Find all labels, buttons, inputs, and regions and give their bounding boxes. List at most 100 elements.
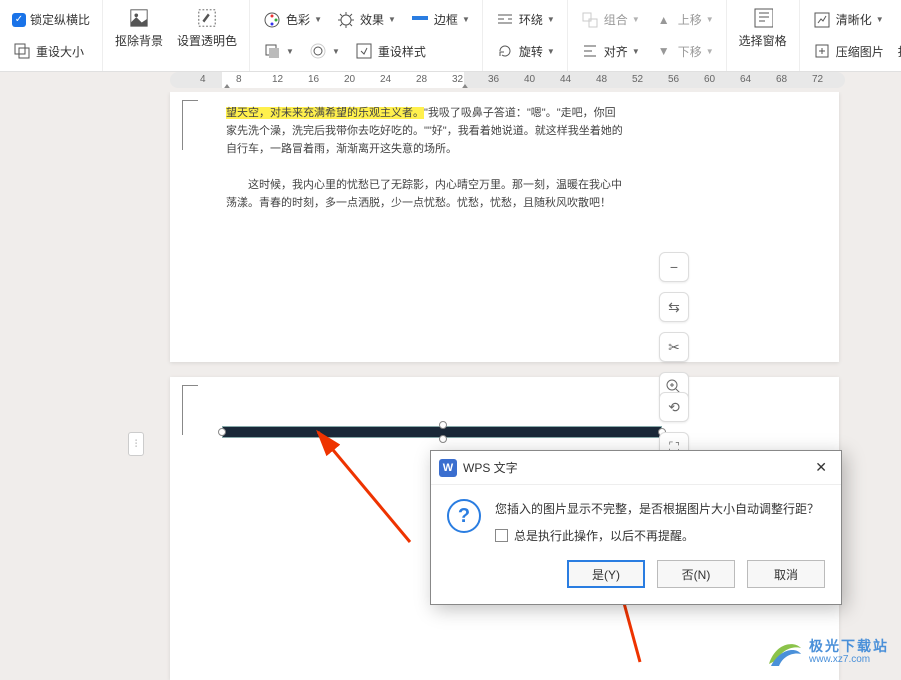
toggle-icon: ⇆ bbox=[668, 299, 680, 316]
dropdown-caret-icon: ▼ bbox=[547, 15, 555, 24]
page-text-content: 望天空，对未来充满希望的乐观主义者。"我吸了吸鼻子答道："嗯"。"走吧，你回家先… bbox=[226, 104, 626, 212]
toggle-button[interactable]: ⇆ bbox=[659, 292, 689, 322]
ruler-tick: 40 bbox=[524, 74, 535, 85]
move-up-label: 上移 bbox=[678, 11, 702, 28]
question-icon: ? bbox=[447, 499, 481, 533]
align-icon bbox=[580, 41, 600, 61]
wrap-label: 环绕 bbox=[519, 11, 543, 28]
group-button[interactable]: 组合 ▼ bbox=[576, 6, 644, 34]
crop-icon: ✂ bbox=[668, 339, 680, 356]
remove-bg-label: 抠除背景 bbox=[115, 32, 163, 49]
lock-aspect-label: 锁定纵横比 bbox=[30, 11, 90, 28]
watermark-url: www.xz7.com bbox=[809, 653, 889, 667]
crop-button[interactable]: ✂ bbox=[659, 332, 689, 362]
rotate-icon bbox=[495, 41, 515, 61]
highlighted-text: 望天空，对未来充满希望的乐观主义者。 bbox=[226, 107, 424, 119]
watermark: 极光下载站 www.xz7.com bbox=[765, 634, 889, 672]
dialog-body: ? 您插入的图片显示不完整，是否根据图片大小自动调整行距？ 总是执行此操作，以后… bbox=[431, 485, 841, 554]
clarity-label: 清晰化 bbox=[836, 11, 872, 28]
move-down-icon: ▼ bbox=[654, 41, 674, 61]
glow-button[interactable]: ▼ bbox=[304, 37, 344, 65]
ruler-tick: 48 bbox=[596, 74, 607, 85]
reset-style-button[interactable]: 重设样式 bbox=[350, 37, 430, 65]
dialog-titlebar[interactable]: W WPS 文字 ✕ bbox=[431, 451, 841, 485]
dialog-title: WPS 文字 bbox=[463, 459, 518, 476]
wrap-button[interactable]: 环绕 ▼ bbox=[491, 6, 559, 34]
dropdown-caret-icon: ▼ bbox=[314, 15, 322, 24]
set-transparent-label: 设置透明色 bbox=[177, 32, 237, 49]
set-transparent-icon bbox=[197, 8, 217, 28]
page-margin-marker bbox=[182, 100, 198, 150]
set-transparent-button[interactable]: 设置透明色 bbox=[173, 8, 241, 64]
selection-handle-icon[interactable] bbox=[439, 421, 447, 429]
dialog-message: 您插入的图片显示不完整，是否根据图片大小自动调整行距？ bbox=[495, 499, 819, 519]
document-area: 望天空，对未来充满希望的乐观主义者。"我吸了吸鼻子答道："嗯"。"走吧，你回家先… bbox=[0, 92, 901, 680]
selection-handle-icon[interactable] bbox=[218, 428, 226, 436]
ruler-tick: 72 bbox=[812, 74, 823, 85]
ruler-tick: 36 bbox=[488, 74, 499, 85]
move-up-icon: ▲ bbox=[654, 10, 674, 30]
ruler-tick: 12 bbox=[272, 74, 283, 85]
color-button[interactable]: 色彩 ▼ bbox=[258, 6, 326, 34]
vertical-ruler-handle[interactable]: ⫶ bbox=[128, 432, 144, 456]
rotate-icon: ⟲ bbox=[668, 399, 680, 416]
border-button[interactable]: 边框 ▼ bbox=[406, 6, 474, 34]
move-up-button[interactable]: ▲ 上移 ▼ bbox=[650, 6, 718, 34]
dialog-close-button[interactable]: ✕ bbox=[809, 457, 833, 478]
reset-size-icon bbox=[12, 41, 32, 61]
watermark-chinese: 极光下载站 bbox=[809, 639, 889, 653]
rotate-button[interactable]: 旋转 ▼ bbox=[491, 37, 559, 65]
ruler-tick: 8 bbox=[236, 74, 242, 85]
dialog-checkbox-row[interactable]: 总是执行此操作，以后不再提醒。 bbox=[495, 527, 819, 544]
dropdown-caret-icon: ▼ bbox=[286, 47, 294, 56]
clarity-button[interactable]: 清晰化 ▼ bbox=[808, 6, 888, 34]
dropdown-caret-icon: ▼ bbox=[632, 47, 640, 56]
dropdown-caret-icon: ▼ bbox=[462, 15, 470, 24]
remove-bg-icon bbox=[129, 8, 149, 28]
watermark-logo-icon bbox=[765, 634, 803, 672]
group-label: 组合 bbox=[604, 11, 628, 28]
wps-logo-icon: W bbox=[439, 459, 457, 477]
ruler-tick: 28 bbox=[416, 74, 427, 85]
rotate-tool-button[interactable]: ⟲ bbox=[659, 392, 689, 422]
move-down-label: 下移 bbox=[678, 43, 702, 60]
move-down-button[interactable]: ▼ 下移 ▼ bbox=[650, 37, 718, 65]
ruler-tick: 52 bbox=[632, 74, 643, 85]
horizontal-ruler[interactable]: 4812162024283236404448525660646872 bbox=[170, 72, 845, 88]
dropdown-caret-icon: ▼ bbox=[547, 47, 555, 56]
rotate-label: 旋转 bbox=[519, 43, 543, 60]
dropdown-caret-icon: ▼ bbox=[706, 47, 714, 56]
select-pane-button[interactable]: 选择窗格 bbox=[735, 8, 791, 64]
align-button[interactable]: 对齐 ▼ bbox=[576, 37, 644, 65]
effects-label: 效果 bbox=[360, 11, 384, 28]
ruler-active-range bbox=[222, 72, 464, 88]
ruler-tick: 68 bbox=[776, 74, 787, 85]
reset-size-button[interactable]: 重设大小 bbox=[8, 37, 94, 65]
select-pane-label: 选择窗格 bbox=[739, 32, 787, 49]
compress-label: 压缩图片 bbox=[836, 43, 884, 60]
compress-button[interactable]: 压缩图片 bbox=[808, 37, 888, 65]
dialog-cancel-button[interactable]: 取消 bbox=[747, 560, 825, 588]
dialog-yes-button[interactable]: 是(Y) bbox=[567, 560, 645, 588]
reset-style-label: 重设样式 bbox=[378, 43, 426, 60]
dialog-no-button[interactable]: 否(N) bbox=[657, 560, 735, 588]
ruler-tick: 4 bbox=[200, 74, 206, 85]
inserted-image-selection[interactable] bbox=[222, 426, 662, 438]
ruler-tick: 44 bbox=[560, 74, 571, 85]
border-icon bbox=[410, 10, 430, 30]
effects-button[interactable]: 效果 ▼ bbox=[332, 6, 400, 34]
ruler-tick: 24 bbox=[380, 74, 391, 85]
ruler-tick: 16 bbox=[308, 74, 319, 85]
effects-icon bbox=[336, 10, 356, 30]
dropdown-caret-icon: ▼ bbox=[876, 15, 884, 24]
zoom-out-button[interactable]: − bbox=[659, 252, 689, 282]
indent-marker-icon[interactable] bbox=[222, 84, 232, 88]
selection-handle-icon[interactable] bbox=[439, 435, 447, 443]
shadow-button[interactable]: ▼ bbox=[258, 37, 298, 65]
dialog-buttons: 是(Y) 否(N) 取消 bbox=[431, 554, 841, 604]
checkbox-unchecked-icon[interactable] bbox=[495, 529, 508, 542]
lock-aspect-ratio[interactable]: ✓ 锁定纵横比 bbox=[8, 6, 94, 34]
remove-bg-button[interactable]: 抠除背景 bbox=[111, 8, 167, 64]
dialog-checkbox-label: 总是执行此操作，以后不再提醒。 bbox=[514, 527, 694, 544]
clarity-icon bbox=[812, 10, 832, 30]
